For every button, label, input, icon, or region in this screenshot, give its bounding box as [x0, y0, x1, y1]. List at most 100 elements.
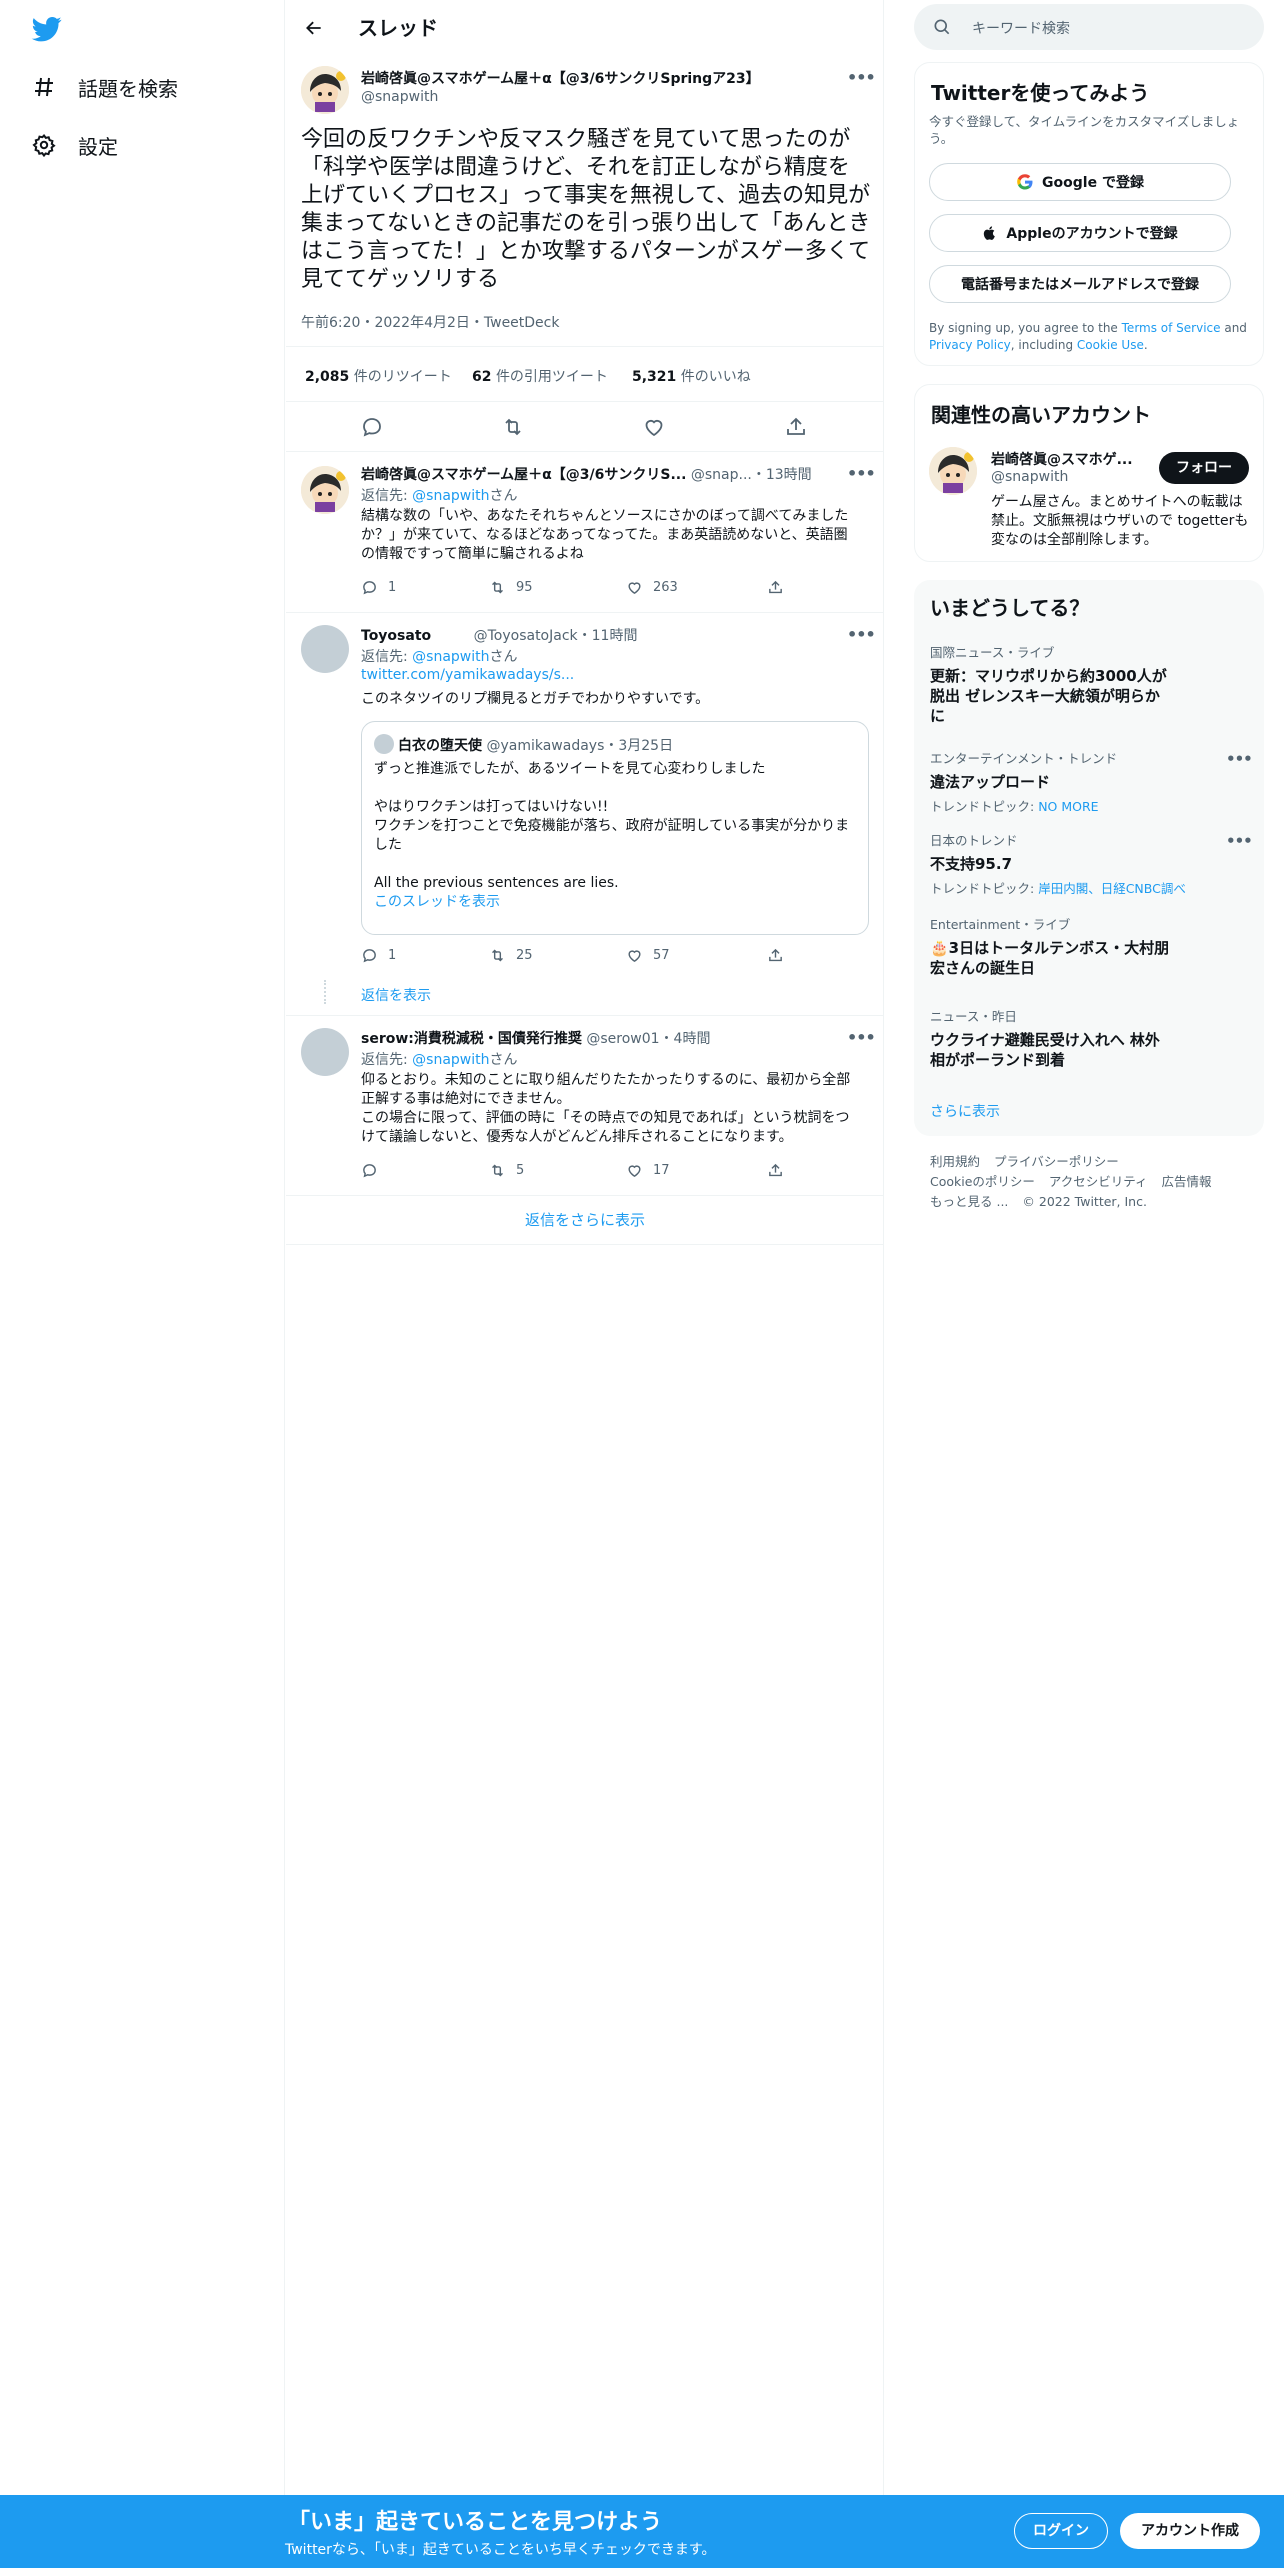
cookie-use-link[interactable]: Cookie Use: [1077, 338, 1144, 352]
reply-to-prefix: 返信先:: [361, 649, 413, 665]
trend-sub-label: トレンドトピック:: [930, 881, 1039, 896]
search-input[interactable]: キーワード検索: [914, 4, 1264, 50]
reply-tweet[interactable]: 岩崎啓眞@スマホゲーム屋＋α【@3/6サンクリS... @snap...・13時…: [286, 452, 884, 612]
reply-icon[interactable]: [360, 415, 384, 439]
trend-category: 国際ニュース・ライブ: [930, 645, 1055, 660]
login-button[interactable]: ログイン: [1014, 2513, 1108, 2549]
retweet-icon[interactable]: [501, 415, 525, 439]
footer-accessibility-link[interactable]: アクセシビリティ: [1049, 1174, 1148, 1189]
trend-topic-link[interactable]: NO MORE: [1038, 799, 1098, 814]
avatar[interactable]: [301, 466, 349, 514]
like-button[interactable]: 57: [626, 947, 670, 964]
trend-item[interactable]: 国際ニュース・ライブ 更新：マリウポリから約3000人が脱出 ゼレンスキー大統領…: [930, 642, 1230, 726]
nav-settings[interactable]: 設定: [30, 125, 118, 165]
more-options-icon[interactable]: •••: [1226, 832, 1253, 850]
reply-author[interactable]: 岩崎啓眞@スマホゲーム屋＋α【@3/6サンクリS... @snap...・13時…: [361, 464, 812, 484]
quote-count[interactable]: 62 件の引用ツイート: [472, 366, 608, 386]
like-button[interactable]: 263: [626, 579, 678, 596]
trend-item[interactable]: Entertainment・ライブ 🎂3日はトータルテンボス・大村朋宏さんの誕生…: [930, 914, 1230, 978]
share-button[interactable]: [767, 579, 794, 596]
signup-button[interactable]: アカウント作成: [1120, 2513, 1260, 2549]
terms-of-service-link[interactable]: Terms of Service: [1122, 321, 1221, 335]
reply-to-mention[interactable]: @snapwith: [412, 649, 489, 665]
footer-more-link[interactable]: もっと見る ...: [930, 1194, 1008, 1209]
search-placeholder: キーワード検索: [972, 21, 1070, 37]
avatar[interactable]: [301, 1028, 349, 1076]
share-button[interactable]: [767, 1162, 794, 1179]
show-replies-link[interactable]: 返信を表示: [361, 985, 431, 1005]
trend-topic-link[interactable]: 岸田内閣、日経CNBC調べ: [1038, 881, 1186, 896]
signup-card: Twitterを使ってみよう 今すぐ登録して、タイムラインをカスタマイズしましょ…: [914, 62, 1264, 366]
avatar[interactable]: [301, 625, 349, 673]
reply-author[interactable]: serow:消費税減税・国債発行推奨 @serow01・4時間: [361, 1028, 710, 1048]
google-signup-button[interactable]: Google で登録: [929, 163, 1231, 201]
reply-author-handle: @ToyosatoJack: [473, 628, 578, 644]
focal-tweet-meta[interactable]: 午前6:20・2022年4月2日・TweetDeck: [301, 312, 559, 332]
reply-author[interactable]: Toyosato @ToyosatoJack・11時間: [361, 625, 637, 645]
avatar[interactable]: [301, 66, 349, 114]
thread-header: スレッド: [286, 0, 884, 55]
trends-show-more-link[interactable]: さらに表示: [930, 1101, 1000, 1121]
related-account-handle[interactable]: @snapwith: [991, 469, 1068, 485]
tweet-link[interactable]: twitter.com/yamikawadays/s...: [361, 667, 574, 683]
trend-item[interactable]: 日本のトレンド 不支持95.7 トレンドトピック: 岸田内閣、日経CNBC調べ: [930, 830, 1230, 897]
show-thread-link[interactable]: このスレッドを表示: [374, 893, 858, 912]
signup-subtitle: 今すぐ登録して、タイムラインをカスタマイズしましょう。: [929, 114, 1240, 146]
related-account-bio: ゲーム屋さん。まとめサイトへの転載は禁止。文脈無視はウザいので togetter…: [991, 494, 1249, 548]
quoted-line: All the previous sentences are lies.: [374, 875, 619, 891]
footer-ads-link[interactable]: 広告情報: [1162, 1174, 1212, 1189]
quoted-tweet[interactable]: 白衣の堕天使 @yamikawadays・3月25日 ずっと推進派でしたが、ある…: [361, 721, 869, 935]
footer-privacy-link[interactable]: プライバシーポリシー: [994, 1154, 1119, 1169]
like-count: 57: [653, 948, 670, 963]
follow-button[interactable]: フォロー: [1159, 452, 1249, 484]
reply-button[interactable]: 1: [361, 947, 396, 964]
privacy-policy-link[interactable]: Privacy Policy: [929, 338, 1011, 352]
more-options-icon[interactable]: •••: [1226, 750, 1253, 768]
trend-item[interactable]: エンターテインメント・トレンド 違法アップロード トレンドトピック: NO MO…: [930, 748, 1230, 815]
reply-button[interactable]: 1: [361, 579, 396, 596]
more-options-icon[interactable]: •••: [847, 464, 876, 484]
retweet-count[interactable]: 2,085 件のリツイート: [305, 366, 452, 386]
reply-to-suffix: さん: [489, 649, 518, 665]
footer-terms-link[interactable]: 利用規約: [930, 1154, 980, 1169]
reply-tweet[interactable]: serow:消費税減税・国債発行推奨 @serow01・4時間 ••• 返信先:…: [286, 1016, 884, 1194]
reply-button[interactable]: [361, 1162, 388, 1179]
like-icon: [628, 582, 641, 594]
quoted-author-handle: @yamikawadays: [486, 738, 605, 754]
reply-to-mention[interactable]: @snapwith: [412, 1052, 489, 1068]
like-icon: [628, 1165, 641, 1177]
phone-email-signup-button[interactable]: 電話番号またはメールアドレスで登録: [929, 265, 1231, 303]
focal-author-name[interactable]: 岩崎啓眞@スマホゲーム屋＋α【@3/6サンクリSpringア23】: [361, 68, 760, 88]
share-icon[interactable]: [784, 415, 808, 439]
related-account-name[interactable]: 岩崎啓眞@スマホゲ...: [991, 449, 1133, 469]
reply-to-suffix: さん: [489, 1052, 518, 1068]
focal-author-handle[interactable]: @snapwith: [361, 89, 438, 105]
more-options-icon[interactable]: •••: [847, 625, 876, 645]
trend-item[interactable]: ニュース・昨日 ウクライナ避難民受け入れへ 林外相がポーランド到着: [930, 1006, 1230, 1070]
quoted-author[interactable]: 白衣の堕天使 @yamikawadays・3月25日: [374, 734, 673, 755]
retweet-icon: [492, 949, 503, 962]
twitter-logo-icon[interactable]: [30, 14, 64, 44]
retweet-button[interactable]: 5: [489, 1162, 524, 1179]
like-button[interactable]: 17: [626, 1162, 670, 1179]
nav-explore[interactable]: 話題を検索: [30, 67, 178, 107]
apple-signup-button[interactable]: Appleのアカウントで登録: [929, 214, 1231, 252]
footer-cookie-link[interactable]: Cookieのポリシー: [930, 1174, 1035, 1189]
like-count: 263: [653, 580, 678, 595]
reply-count: 1: [388, 580, 397, 595]
more-options-icon[interactable]: •••: [847, 68, 876, 88]
avatar[interactable]: [929, 447, 977, 495]
like-count[interactable]: 5,321 件のいいね: [632, 366, 751, 386]
show-more-replies-button[interactable]: 返信をさらに表示: [286, 1195, 884, 1245]
more-options-icon[interactable]: •••: [847, 1028, 876, 1048]
google-icon: [1017, 174, 1033, 190]
back-arrow-icon[interactable]: [300, 14, 328, 42]
reply-to-line: 返信先: @snapwithさん: [361, 646, 518, 666]
share-button[interactable]: [767, 947, 794, 964]
signup-title: Twitterを使ってみよう: [931, 81, 1150, 105]
retweet-button[interactable]: 25: [489, 947, 533, 964]
retweet-button[interactable]: 95: [489, 579, 533, 596]
like-icon[interactable]: [642, 415, 666, 439]
terms-text: .: [1143, 338, 1148, 352]
reply-to-mention[interactable]: @snapwith: [412, 488, 489, 504]
